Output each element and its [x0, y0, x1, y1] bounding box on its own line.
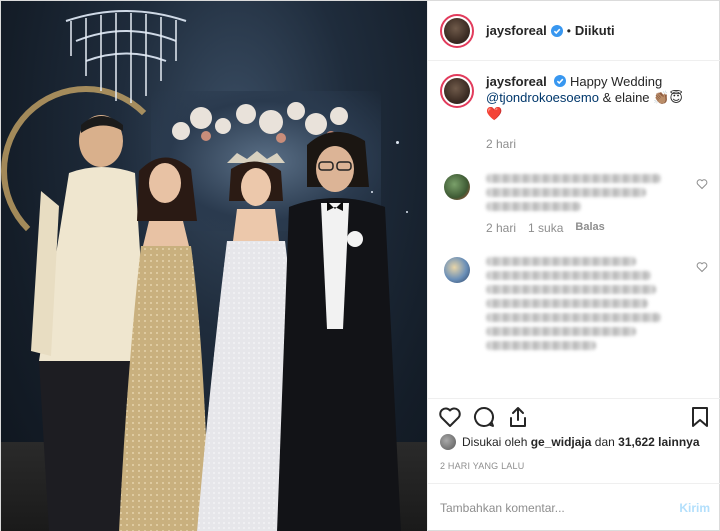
post-actions-bar	[428, 398, 720, 434]
header-separator: •	[566, 23, 571, 38]
comment-icon[interactable]	[472, 405, 496, 429]
comment-time: 2 hari	[486, 221, 517, 235]
post-date[interactable]: 2 HARI YANG LALU	[440, 461, 524, 471]
comment-input[interactable]	[440, 501, 680, 515]
caption-username[interactable]: jaysforeal	[486, 74, 547, 89]
verified-icon	[550, 24, 563, 37]
post-comment-button[interactable]: Kirim	[679, 501, 710, 515]
comment-like-icon[interactable]	[696, 261, 708, 273]
comments-list[interactable]: jaysforeal Happy Wedding @tjondrokoesoem…	[428, 62, 720, 398]
author-avatar[interactable]	[440, 13, 474, 48]
post-caption: jaysforeal Happy Wedding @tjondrokoesoem…	[428, 62, 720, 152]
comment-text-blurred	[486, 271, 651, 280]
chandelier-graphic	[65, 10, 187, 103]
share-icon[interactable]	[506, 405, 530, 429]
likes-prefix: Disukai oleh	[462, 435, 528, 449]
caption-avatar[interactable]	[440, 74, 474, 108]
add-comment-bar: Kirim	[428, 483, 720, 531]
comment-avatar[interactable]	[444, 257, 470, 283]
likes-user-link[interactable]: ge_widjaja	[531, 435, 592, 449]
follow-status-button[interactable]: Diikuti	[575, 23, 615, 38]
bookmark-icon[interactable]	[688, 405, 712, 429]
comment-text-blurred	[486, 188, 646, 197]
post-side-panel: jaysforeal • Diikuti jaysforeal Happy We…	[427, 1, 720, 531]
comment-text-blurred	[486, 285, 656, 294]
likes-count-link[interactable]: 31,622 lainnya	[618, 435, 699, 449]
comment-text-blurred	[486, 299, 648, 308]
verified-icon	[554, 75, 567, 87]
post-photo[interactable]	[1, 1, 427, 531]
caption-mention-link[interactable]: @tjondrokoesoemo	[486, 90, 599, 105]
author-username[interactable]: jaysforeal	[486, 23, 547, 38]
comment-text-blurred	[486, 174, 661, 183]
caption-text: Happy Wedding	[569, 74, 663, 89]
comment-text-blurred	[486, 257, 636, 266]
comment-item: 2 hari 1 suka Balas	[428, 174, 720, 235]
comment-text-blurred	[486, 341, 596, 350]
post-header: jaysforeal • Diikuti	[428, 1, 720, 61]
post-modal: jaysforeal • Diikuti jaysforeal Happy We…	[0, 0, 720, 531]
comment-text-blurred	[486, 313, 661, 322]
comment-reply-button[interactable]: Balas	[575, 221, 604, 235]
caption-heart-emoji: ❤️	[486, 106, 503, 121]
heart-icon[interactable]	[438, 405, 462, 429]
comment-avatar[interactable]	[444, 174, 470, 200]
person-4-figure	[277, 131, 401, 531]
comment-like-icon[interactable]	[696, 178, 708, 190]
comment-item	[428, 257, 720, 355]
caption-rest: & elaine 👏🏽😇	[602, 90, 683, 105]
caption-time: 2 hari	[486, 137, 517, 151]
likes-connector: dan	[594, 435, 615, 449]
comment-text-blurred	[486, 202, 581, 211]
comment-text-blurred	[486, 327, 636, 336]
comment-like-count[interactable]: 1 suka	[528, 221, 563, 235]
liker-avatar[interactable]	[440, 434, 456, 450]
likes-summary: Disukai oleh ge_widjaja dan 31,622 lainn…	[440, 434, 700, 450]
